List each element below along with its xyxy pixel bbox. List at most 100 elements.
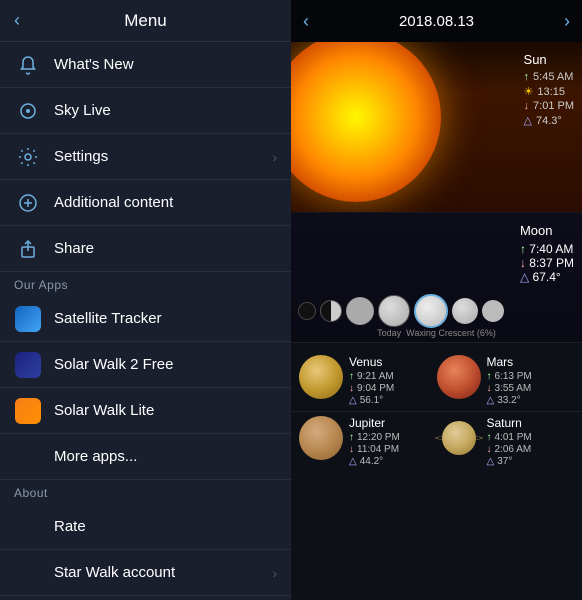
venus-set-row: ↓ 9:04 PM	[349, 383, 394, 394]
right-panel: ‹ 2018.08.13 › Sun ↑ 5:45 AM ☀ 13:15 ↓ 7…	[291, 0, 582, 600]
mars-set: 3:55 AM	[495, 383, 532, 394]
moon-section: Moon ↑ 7:40 AM ↓ 8:37 PM △ 67.4° Today W…	[291, 212, 582, 342]
planet-row-2: Jupiter ↑ 12:20 PM ↓ 11:04 PM △ 44.2°	[291, 412, 582, 472]
sun-image	[291, 42, 441, 202]
sun-altitude-icon: △	[524, 114, 532, 127]
satellite-tracker-label: Satellite Tracker	[54, 310, 162, 327]
next-date-button[interactable]: ›	[564, 11, 570, 32]
share-label: Share	[54, 240, 94, 257]
sky-live-icon	[14, 97, 42, 125]
jupiter-set-icon: ↓	[349, 444, 354, 455]
jupiter-rise-row: ↑ 12:20 PM	[349, 432, 400, 443]
sun-altitude-row: △ 74.3°	[524, 114, 574, 127]
jupiter-altitude: 44.2°	[360, 456, 383, 467]
settings-chevron: ›	[272, 149, 277, 165]
menu-item-settings[interactable]: Settings ›	[0, 134, 291, 180]
satellite-tracker-icon	[14, 305, 42, 333]
sun-name: Sun	[524, 52, 574, 67]
jupiter-altitude-icon: △	[349, 456, 357, 467]
moon-rise-time: 7:40 AM	[529, 242, 573, 256]
menu-list: What's New Sky Live Settings ›	[0, 42, 291, 600]
venus-image	[299, 355, 343, 399]
saturn-rise-row: ↑ 4:01 PM	[487, 432, 532, 443]
venus-name: Venus	[349, 355, 394, 369]
planet-row-1: Venus ↑ 9:21 AM ↓ 9:04 PM △ 56.1°	[291, 351, 582, 411]
solar-walk-2-label: Solar Walk 2 Free	[54, 356, 173, 373]
additional-content-label: Additional content	[54, 194, 173, 211]
menu-item-star-walk-account[interactable]: Star Walk account ›	[0, 550, 291, 596]
moon-phase-6	[452, 298, 478, 324]
date-display: 2018.08.13	[399, 13, 474, 30]
mars-data: Mars ↑ 6:13 PM ↓ 3:55 AM △ 33.2°	[487, 355, 532, 407]
jupiter-name: Jupiter	[349, 416, 400, 430]
menu-item-subscribe[interactable]: Subscribe ›	[0, 596, 291, 600]
menu-item-sky-live[interactable]: Sky Live	[0, 88, 291, 134]
saturn-altitude: 37°	[497, 456, 512, 467]
saturn-altitude-row: △ 37°	[487, 456, 532, 467]
left-panel: ‹ Menu What's New Sky Live	[0, 0, 291, 600]
moon-phase-3	[346, 297, 374, 325]
menu-item-satellite-tracker[interactable]: Satellite Tracker	[0, 296, 291, 342]
menu-item-rate[interactable]: Rate	[0, 504, 291, 550]
sky-live-label: Sky Live	[54, 102, 111, 119]
sky-content: Sun ↑ 5:45 AM ☀ 13:15 ↓ 7:01 PM △ 74.3°	[291, 42, 582, 600]
plus-circle-icon	[14, 189, 42, 217]
sun-rise-time: 5:45 AM	[533, 71, 573, 83]
whats-new-label: What's New	[54, 56, 134, 73]
mars-altitude: 33.2°	[497, 395, 520, 406]
jupiter-rise: 12:20 PM	[357, 432, 400, 443]
moon-rise-row: ↑ 7:40 AM	[520, 242, 574, 256]
sun-transit-icon: ☀	[524, 85, 534, 98]
section-our-apps: Our Apps	[0, 272, 291, 296]
venus-data: Venus ↑ 9:21 AM ↓ 9:04 PM △ 56.1°	[349, 355, 394, 407]
prev-date-button[interactable]: ‹	[303, 11, 309, 32]
mars-rise-row: ↑ 6:13 PM	[487, 371, 532, 382]
saturn-body	[442, 421, 476, 455]
moon-info: Moon ↑ 7:40 AM ↓ 8:37 PM △ 67.4°	[520, 223, 574, 284]
saturn-data: Saturn ↑ 4:01 PM ↓ 2:06 AM △ 37°	[487, 416, 532, 468]
mars-altitude-icon: △	[487, 395, 495, 406]
section-about: About	[0, 480, 291, 504]
menu-item-whats-new[interactable]: What's New	[0, 42, 291, 88]
moon-phase-1	[298, 302, 316, 320]
saturn-name: Saturn	[487, 416, 532, 430]
saturn-item: Saturn ↑ 4:01 PM ↓ 2:06 AM △ 37°	[437, 416, 575, 468]
moon-phase-7	[482, 300, 504, 322]
menu-item-solar-walk-2[interactable]: Solar Walk 2 Free	[0, 342, 291, 388]
saturn-altitude-icon: △	[487, 456, 495, 467]
back-arrow[interactable]: ‹	[14, 10, 20, 31]
mars-item: Mars ↑ 6:13 PM ↓ 3:55 AM △ 33.2°	[437, 355, 575, 407]
sun-section: Sun ↑ 5:45 AM ☀ 13:15 ↓ 7:01 PM △ 74.3°	[291, 42, 582, 212]
planets-row-1: Venus ↑ 9:21 AM ↓ 9:04 PM △ 56.1°	[291, 343, 582, 480]
more-apps-label: More apps...	[54, 448, 137, 465]
rate-icon	[14, 513, 42, 541]
moon-phase-4	[378, 295, 410, 327]
share-icon	[14, 235, 42, 263]
jupiter-item: Jupiter ↑ 12:20 PM ↓ 11:04 PM △ 44.2°	[299, 416, 437, 468]
star-walk-account-label: Star Walk account	[54, 564, 175, 581]
moon-altitude-row: △ 67.4°	[520, 270, 574, 284]
mars-set-icon: ↓	[487, 383, 492, 394]
menu-item-share[interactable]: Share	[0, 226, 291, 272]
jupiter-set-row: ↓ 11:04 PM	[349, 444, 400, 455]
sun-info: Sun ↑ 5:45 AM ☀ 13:15 ↓ 7:01 PM △ 74.3°	[524, 52, 574, 129]
moon-set-time: 8:37 PM	[529, 256, 574, 270]
menu-item-additional-content[interactable]: Additional content	[0, 180, 291, 226]
account-chevron: ›	[272, 565, 277, 581]
venus-set: 9:04 PM	[357, 383, 394, 394]
moon-phases	[296, 294, 506, 328]
moon-set-row: ↓ 8:37 PM	[520, 256, 574, 270]
menu-item-more-apps[interactable]: More apps...	[0, 434, 291, 480]
venus-altitude-icon: △	[349, 395, 357, 406]
venus-rise-row: ↑ 9:21 AM	[349, 371, 394, 382]
jupiter-set: 11:04 PM	[357, 444, 399, 455]
settings-label: Settings	[54, 148, 108, 165]
sun-altitude: 74.3°	[536, 115, 562, 127]
jupiter-rise-icon: ↑	[349, 432, 354, 443]
bell-icon	[14, 51, 42, 79]
jupiter-data: Jupiter ↑ 12:20 PM ↓ 11:04 PM △ 44.2°	[349, 416, 400, 468]
venus-rise-icon: ↑	[349, 371, 354, 382]
saturn-rise: 4:01 PM	[495, 432, 532, 443]
moon-name: Moon	[520, 223, 574, 238]
menu-item-solar-walk-lite[interactable]: Solar Walk Lite	[0, 388, 291, 434]
